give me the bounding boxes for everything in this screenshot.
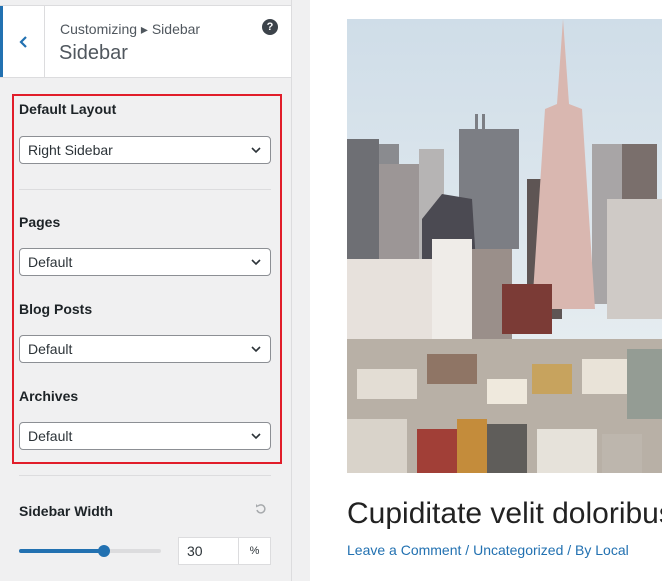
site-preview: Cupiditate velit doloribus Leave a Comme… [310,0,662,581]
chevron-down-icon [250,249,262,284]
sidebar-width-unit: % [239,537,271,565]
help-icon[interactable]: ? [262,19,278,35]
blog-posts-value: Default [28,341,73,357]
blog-posts-select[interactable]: Default [19,335,271,363]
reset-icon[interactable] [255,503,267,518]
back-button[interactable] [0,6,45,77]
slider-handle[interactable] [98,545,111,557]
section-header: Customizing ▸ Sidebar Sidebar ? [0,5,291,78]
archives-select[interactable]: Default [19,422,271,450]
post-title[interactable]: Cupiditate velit doloribus [347,497,662,531]
author-prefix: By [575,542,592,558]
sidebar-width-label: Sidebar Width [19,503,113,519]
default-layout-value: Right Sidebar [28,142,113,158]
section-title: Sidebar [59,42,128,64]
pages-label: Pages [19,214,61,230]
category-link[interactable]: Uncategorized [473,542,563,558]
post-meta: Leave a Comment / Uncategorized / By Loc… [347,542,629,558]
divider [19,189,271,190]
author-link[interactable]: Local [595,542,628,558]
separator: / [465,542,470,558]
archives-value: Default [28,428,73,444]
default-layout-select[interactable]: Right Sidebar [19,136,271,164]
chevron-left-icon [18,35,27,48]
separator: / [567,542,572,558]
chevron-down-icon [250,336,262,371]
divider [19,475,271,476]
customizer-panel: Customizing ▸ Sidebar Sidebar ? Default … [0,0,292,581]
pages-select[interactable]: Default [19,248,271,276]
blog-posts-label: Blog Posts [19,301,93,317]
chevron-down-icon [250,137,262,172]
archives-label: Archives [19,388,79,404]
default-layout-label: Default Layout [19,101,117,117]
slider-fill [19,549,105,553]
comment-link[interactable]: Leave a Comment [347,542,461,558]
sidebar-width-slider[interactable] [19,545,161,557]
breadcrumb: Customizing ▸ Sidebar [60,21,201,37]
chevron-down-icon [250,423,262,458]
featured-image [347,19,662,473]
pages-value: Default [28,254,73,270]
sidebar-width-input[interactable]: 30 [178,537,239,565]
